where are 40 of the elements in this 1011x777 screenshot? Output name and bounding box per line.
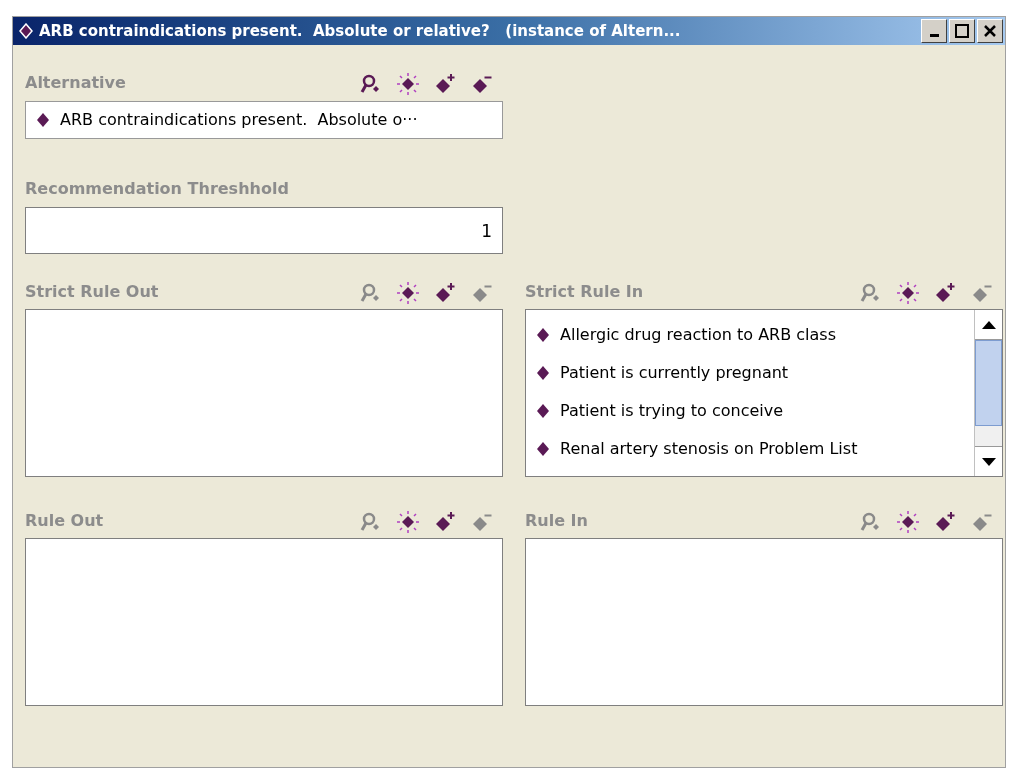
- field-label: Rule Out: [25, 510, 104, 532]
- diamond-icon: [536, 441, 550, 457]
- scroll-down-icon[interactable]: [975, 446, 1002, 476]
- search-icon[interactable]: [360, 73, 382, 95]
- list-item[interactable]: ARB contraindications present. Absolute o···: [60, 108, 418, 132]
- diamond-icon: [536, 327, 550, 343]
- sparkle-diamond-icon[interactable]: [397, 511, 419, 533]
- diamond-icon: [536, 365, 550, 381]
- field-label: Alternative: [25, 72, 126, 94]
- field-label: Rule In: [525, 510, 588, 532]
- list-item[interactable]: Renal artery stenosis on Problem List: [560, 437, 858, 461]
- sparkle-diamond-icon[interactable]: [397, 282, 419, 304]
- sparkle-diamond-icon[interactable]: [397, 73, 419, 95]
- scrollbar[interactable]: [974, 310, 1002, 476]
- minimize-button[interactable]: [921, 19, 947, 43]
- close-button[interactable]: [977, 19, 1003, 43]
- list-item[interactable]: Allergic drug reaction to ARB class: [560, 323, 836, 347]
- field-label: Strict Rule In: [525, 281, 644, 303]
- add-icon[interactable]: [434, 73, 456, 95]
- sparkle-diamond-icon[interactable]: [897, 511, 919, 533]
- field-label: Strict Rule Out: [25, 281, 159, 303]
- close-icon: [983, 24, 997, 38]
- sparkle-diamond-icon[interactable]: [897, 282, 919, 304]
- diamond-icon: [36, 112, 50, 128]
- field-label: Recommendation Threshhold: [25, 179, 289, 198]
- diamond-icon: [19, 23, 33, 39]
- window-title: ARB contraindications present. Absolute or relative? (instance of Altern...: [39, 20, 682, 42]
- number-field[interactable]: 1: [25, 207, 503, 254]
- diamond-icon: [536, 403, 550, 419]
- minimize-icon: [929, 33, 939, 37]
- add-icon[interactable]: [934, 511, 956, 533]
- scroll-up-icon[interactable]: [975, 310, 1002, 340]
- maximize-button[interactable]: [949, 19, 975, 43]
- list-item[interactable]: Patient is currently pregnant: [560, 361, 789, 385]
- maximize-icon: [955, 24, 969, 38]
- add-icon[interactable]: [434, 282, 456, 304]
- add-icon[interactable]: [434, 511, 456, 533]
- list-item[interactable]: Patient is trying to conceive: [560, 399, 784, 423]
- scroll-thumb[interactable]: [975, 340, 1002, 426]
- add-icon[interactable]: [934, 282, 956, 304]
